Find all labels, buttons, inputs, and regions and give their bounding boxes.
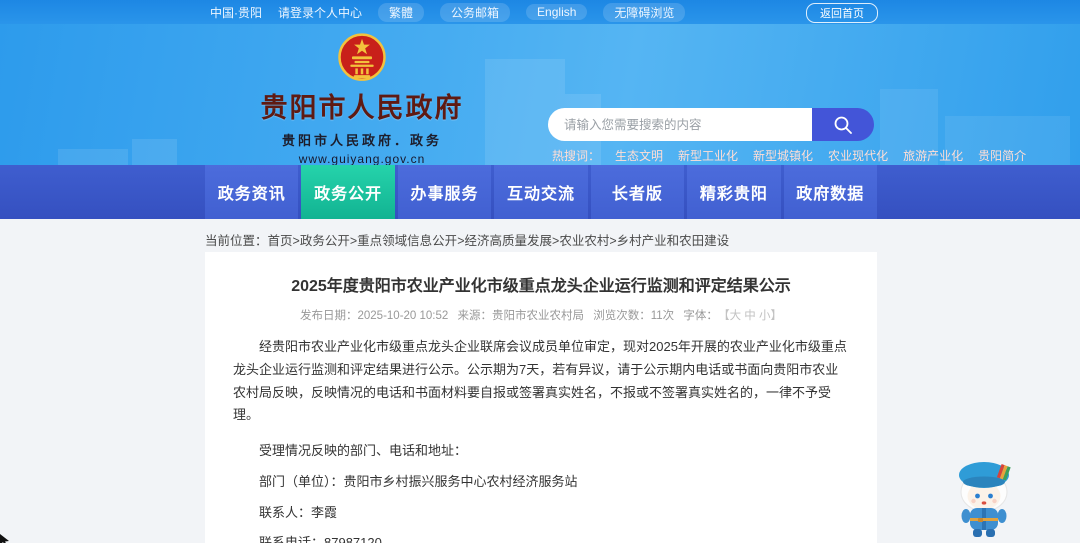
mouse-cursor [0,534,9,543]
breadcrumb-label: 当前位置： [205,234,268,248]
breadcrumb-link[interactable]: 乡村产业和农田建设 [617,234,730,248]
page-title: 2025年度贵阳市农业产业化市级重点龙头企业运行监测和评定结果公示 [291,278,791,295]
font-size-switcher[interactable]: 【大 中 小】 [724,310,782,322]
topbar-item[interactable]: 无障碍浏览 [603,2,686,22]
site-subtitle: 贵阳市人民政府．政务 [281,133,442,148]
publish-date: 发布日期：2025-10-20 10:52 [300,310,449,322]
hot-search-term[interactable]: 农业现代化 [828,147,888,164]
nav-tab[interactable]: 办事服务 [397,165,492,219]
contact-info: 部门（单位）：贵阳市乡村振兴服务中心农村经济服务站 联系人：李霞联系电话：8798… [233,471,849,543]
breadcrumb: 当前位置：首页>政务公开>重点领域信息公开>经济高质量发展>农业农村>乡村产业和… [205,234,730,248]
nav-tab[interactable]: 政府数据 [783,165,877,219]
contact-line: 联系电话：87987120 [259,535,382,543]
hot-search-term[interactable]: 贵阳简介 [978,147,1026,164]
breadcrumb-link[interactable]: 政务公开 [300,234,350,248]
breadcrumb-link[interactable]: 经济高质量发展 [465,234,553,248]
nav-tab[interactable]: 精彩贵阳 [687,165,781,219]
nav-tab[interactable]: 长者版 [590,165,685,219]
nav-tab[interactable]: 互动交流 [494,165,588,219]
search-button[interactable] [812,108,874,141]
top-utility-bar: 中国·贵阳 请登录个人中心 繁體 公务邮箱 English 无障碍浏览 返回首页 [0,0,1080,24]
hot-search-row: 热搜词： 生态文明 新型工业化 新型城镇化 农业现代化 旅游产业化 贵阳简介 [552,147,1026,164]
mascot-character[interactable] [943,452,1025,538]
hot-search-term[interactable]: 旅游产业化 [903,147,963,164]
topbar-item[interactable]: English [526,4,588,20]
topbar-menu: 中国·贵阳 请登录个人中心 繁體 公务邮箱 English 无障碍浏览 [210,2,686,22]
site-header-banner: 贵阳市人民政府 贵阳市人民政府．政务 www.guiyang.gov.cn 热搜… [0,24,1080,165]
article-paragraph: 受理情况反映的部门、电话和地址： [259,443,468,458]
nav-tab[interactable]: 政务资讯 [205,165,299,219]
article-meta: 发布日期：2025-10-20 10:52 来源：贵阳市农业农村局 浏览次数：1… [233,307,849,323]
hot-search-label: 热搜词： [552,149,601,163]
national-emblem-icon [338,33,386,81]
breadcrumb-link[interactable]: 重点领域信息公开 [357,234,457,248]
view-count: 浏览次数：11次 [593,310,675,322]
font-size-label: 字体： [683,310,718,322]
hot-search-terms: 生态文明 新型工业化 新型城镇化 农业现代化 旅游产业化 贵阳简介 [615,147,1026,164]
breadcrumb-link[interactable]: 首页 [268,234,293,248]
hot-search-term[interactable]: 生态文明 [615,147,663,164]
article-paragraph: 经贵阳市农业产业化市级重点龙头企业联席会议成员单位审定，现对2025年开展的农业… [233,339,847,423]
breadcrumb-link[interactable]: 农业农村 [559,234,609,248]
topbar-item[interactable]: 请登录个人中心 [278,4,362,21]
site-url: www.guiyang.gov.cn [298,152,426,165]
topbar-item[interactable]: 公务邮箱 [440,2,511,22]
search-input[interactable] [548,108,812,141]
contact-line: 联系人：李霞 [259,504,338,520]
article-card: 2025年度贵阳市农业产业化市级重点龙头企业运行监测和评定结果公示 发布日期：2… [205,252,877,543]
site-name: 贵阳市人民政府 [260,93,464,123]
return-home-button[interactable]: 返回首页 [806,3,878,23]
hot-search-term[interactable]: 新型工业化 [678,147,738,164]
nav-tab[interactable]: 政务公开 [301,165,395,219]
topbar-item[interactable]: 繁體 [378,2,425,22]
contact-line: 部门（单位）：贵阳市乡村振兴服务中心农村经济服务站 [259,473,578,489]
hot-search-term[interactable]: 新型城镇化 [753,147,813,164]
topbar-item[interactable]: 中国·贵阳 [210,4,262,21]
article-source: 来源：贵阳市农业农村局 [457,310,585,322]
site-logo[interactable]: 贵阳市人民政府 贵阳市人民政府．政务 www.guiyang.gov.cn [212,32,512,165]
site-search-bar [548,108,874,141]
search-icon [834,116,852,134]
main-navigation: 政务资讯 政务公开 办事服务 互动交流 长者版 精彩贵阳 政府数据 [0,165,1080,219]
